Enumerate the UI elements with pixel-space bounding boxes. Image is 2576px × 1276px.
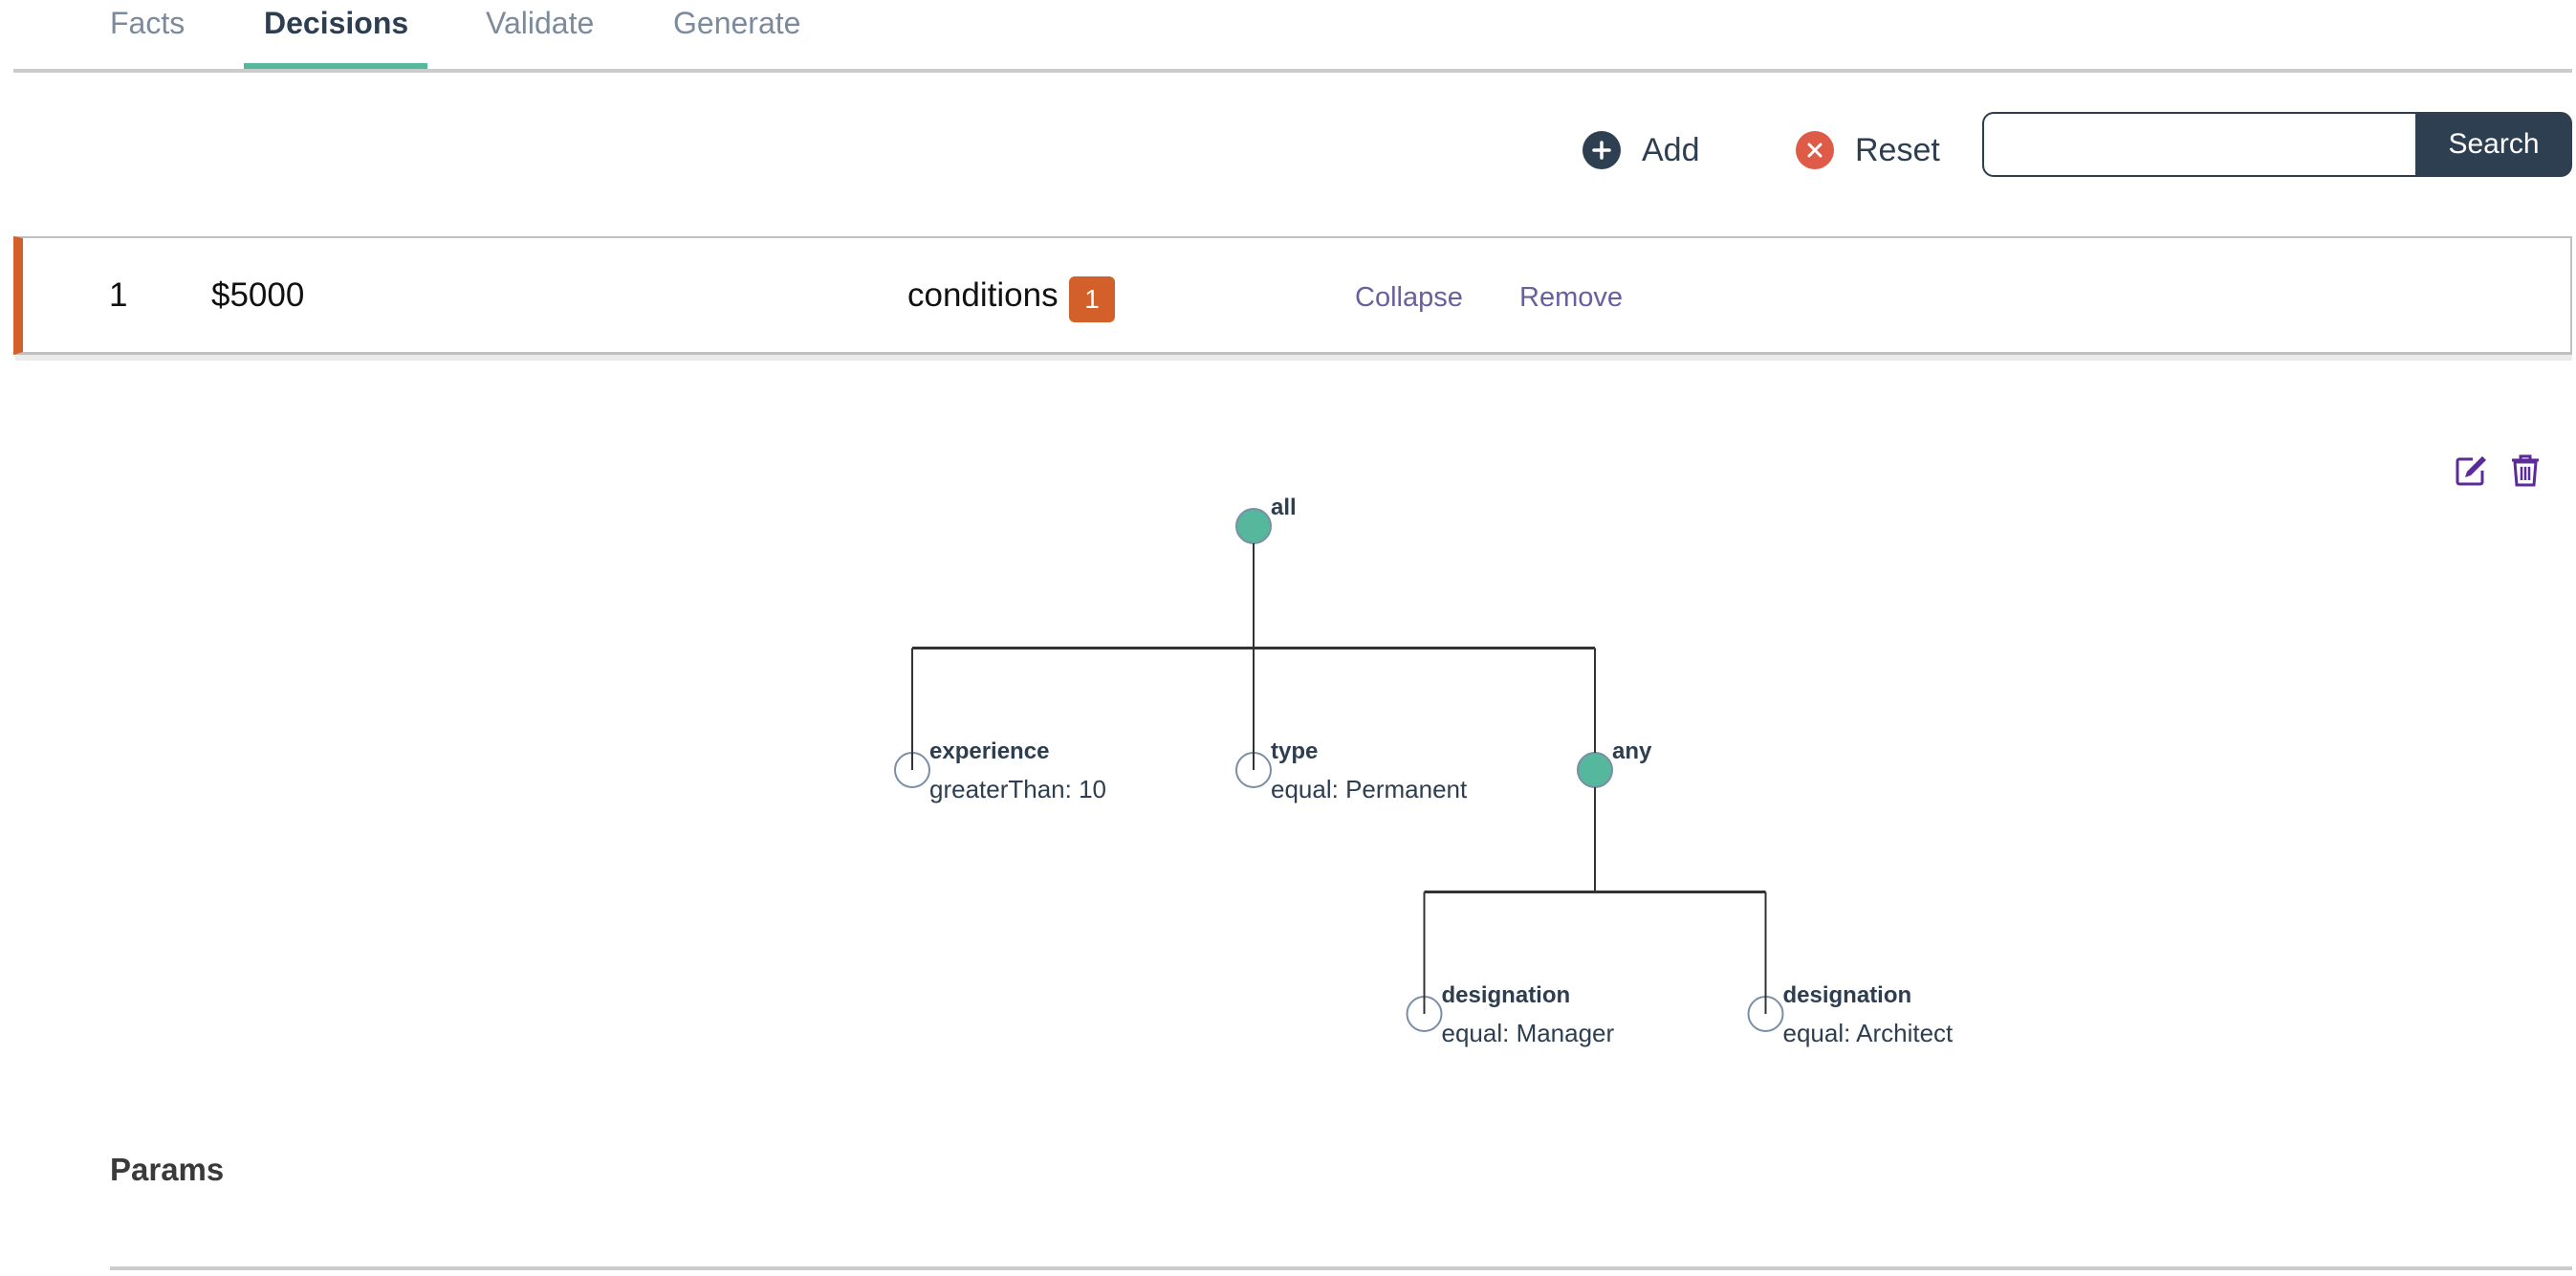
tree-node-des1[interactable]: designation equal: Manager — [1406, 982, 1615, 1047]
node-name-label: type — [1271, 738, 1318, 764]
group-node-circle — [1577, 752, 1613, 788]
node-name-label: all — [1271, 495, 1297, 520]
tree-node-exp[interactable]: experience greaterThan: 10 — [894, 738, 1106, 803]
node-name-label: designation — [1783, 982, 1912, 1008]
tree-node-all[interactable]: all — [1235, 495, 1297, 544]
condition-tree: all experience greaterThan: 10 type equal: P… — [894, 495, 1954, 1047]
tree-node-des2[interactable]: designation equal: Architect — [1747, 982, 1954, 1047]
group-node-circle — [1235, 508, 1272, 544]
params-divider — [110, 1266, 2572, 1270]
node-name-label: any — [1612, 738, 1652, 764]
node-name-label: designation — [1442, 982, 1571, 1008]
params-heading: Params — [110, 1152, 225, 1187]
node-condition-label: equal: Architect — [1783, 1019, 1954, 1047]
node-condition-label: greaterThan: 10 — [929, 775, 1106, 803]
node-name-label: experience — [929, 738, 1049, 764]
tree-node-type[interactable]: type equal: Permanent — [1235, 738, 1468, 803]
node-condition-label: equal: Manager — [1442, 1019, 1615, 1047]
tree-node-any[interactable]: any — [1577, 738, 1652, 788]
node-condition-label: equal: Permanent — [1271, 775, 1468, 803]
